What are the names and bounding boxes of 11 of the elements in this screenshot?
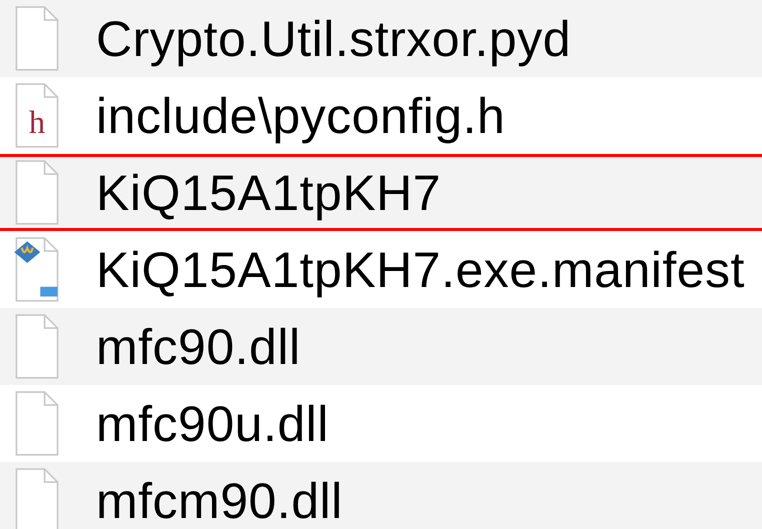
file-row[interactable]: mfc90.dll xyxy=(0,308,762,385)
file-name: include\pyconfig.h xyxy=(96,86,506,144)
file-name: Crypto.Util.strxor.pyd xyxy=(96,10,572,68)
file-name: mfc90u.dll xyxy=(96,394,329,452)
file-row[interactable]: Crypto.Util.strxor.pyd xyxy=(0,0,762,77)
file-name: KiQ15A1tpKH7 xyxy=(96,164,442,222)
marked-file-row[interactable]: KiQ15A1tpKH7 xyxy=(0,154,762,231)
file-name: mfcm90.dll xyxy=(96,472,343,529)
file-name: mfc90.dll xyxy=(96,318,301,376)
file-row[interactable]: mfcm90.dll xyxy=(0,462,762,529)
file-name: KiQ15A1tpKH7.exe.manifest xyxy=(96,240,745,298)
